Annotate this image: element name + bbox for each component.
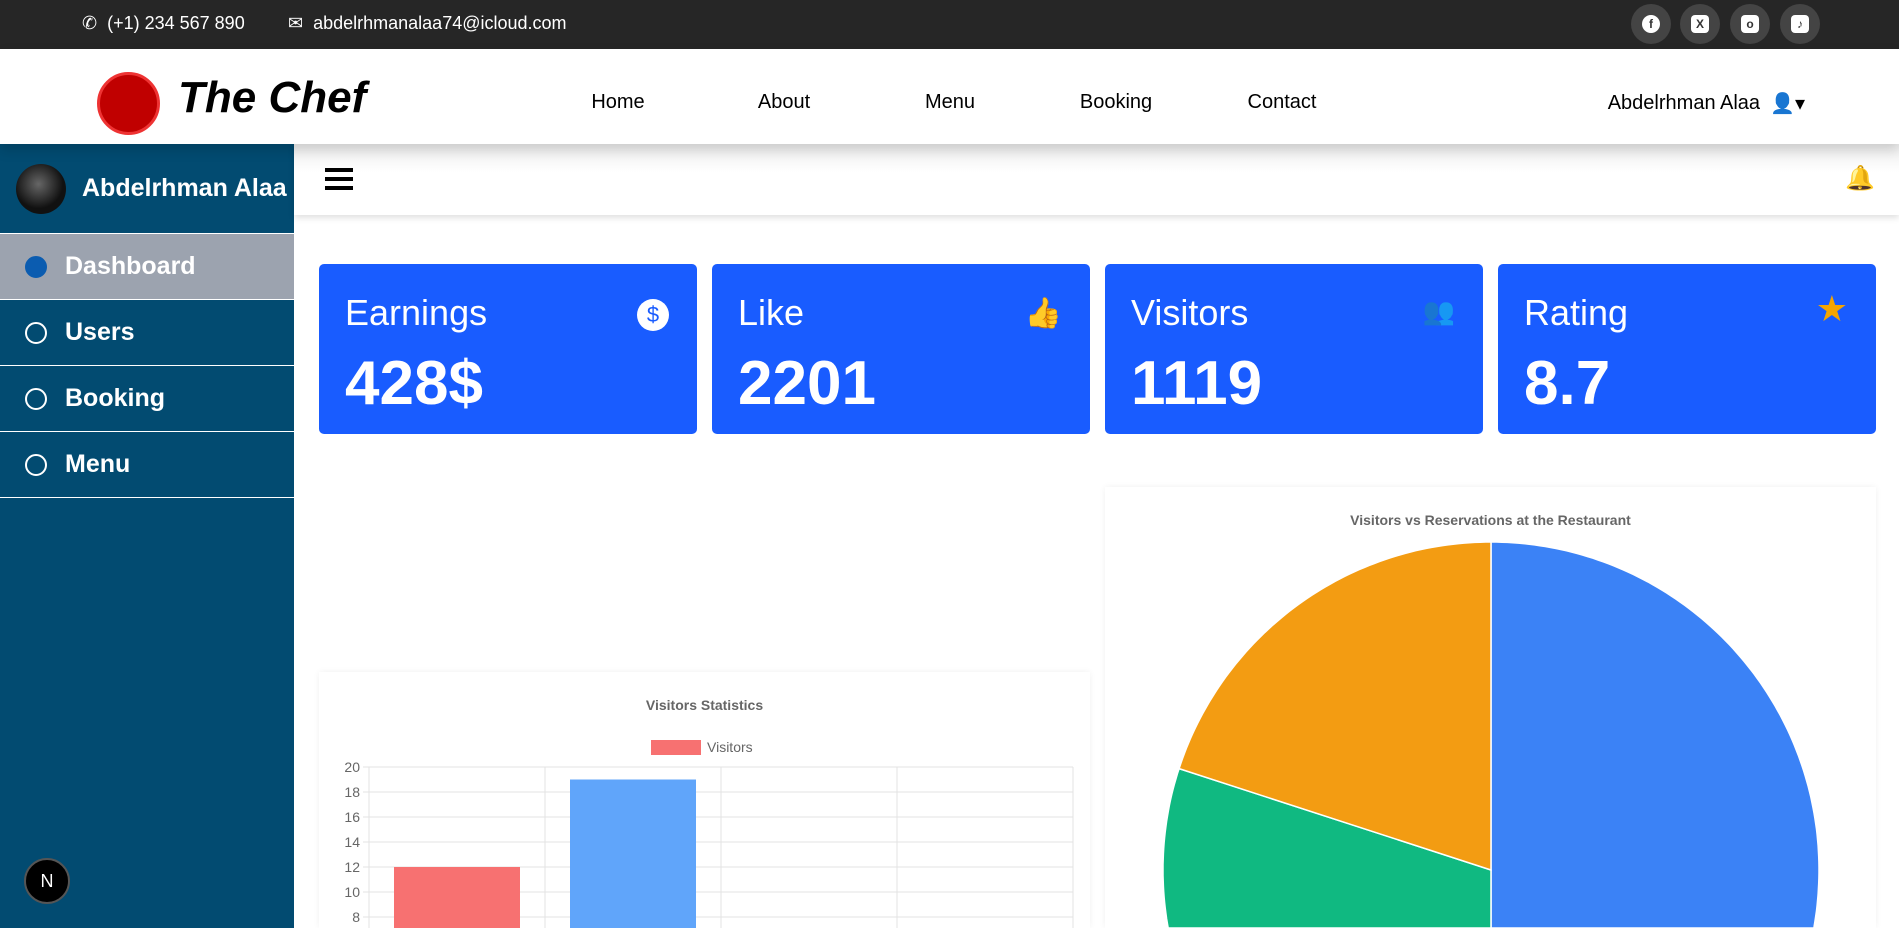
instagram-icon[interactable]: o (1730, 4, 1770, 44)
profile-name: Abdelrhman Alaa (82, 174, 287, 202)
sidebar-profile: Abdelrhman Alaa (0, 144, 294, 234)
card-like: Like 👍 2201 (712, 264, 1090, 434)
y-tick-label: 8 (352, 909, 360, 925)
circle-icon (25, 453, 47, 476)
bar (570, 779, 696, 928)
avatar (16, 163, 66, 214)
card-value: 428$ (345, 349, 483, 418)
circle-icon (25, 387, 47, 410)
bar-chart: 20 18 16 14 12 10 8 (344, 759, 1074, 928)
y-tick-label: 10 (344, 884, 360, 900)
card-visitors: Visitors 👥 1119 (1105, 264, 1483, 434)
sidebar-item-booking[interactable]: Booking (0, 366, 294, 432)
sidebar-item-users[interactable]: Users (0, 300, 294, 366)
bar-chart-card: Visitors Statistics Visitors 20 18 16 14 12 1… (319, 672, 1090, 928)
email-contact[interactable]: ✉ abdelrhmanalaa74@icloud.com (288, 13, 567, 34)
sidebar-item-dashboard[interactable]: Dashboard (0, 234, 294, 300)
mail-icon: ✉ (288, 13, 304, 33)
pie-chart (1162, 541, 1820, 928)
navbar: The Chef Home About Menu Booking Contact… (0, 49, 1899, 144)
card-value: 8.7 (1524, 349, 1611, 418)
sidebar-item-label: Dashboard (65, 252, 196, 280)
sidebar-item-label: Users (65, 318, 135, 346)
y-tick-label: 14 (344, 834, 360, 850)
y-tick-label: 16 (344, 809, 360, 825)
facebook-icon[interactable]: f (1631, 4, 1671, 44)
phone-contact[interactable]: ✆ (+1) 234 567 890 (82, 13, 245, 34)
phone-icon: ✆ (82, 13, 98, 33)
sidebar-item-label: Booking (65, 384, 165, 412)
nav-home[interactable]: Home (591, 91, 644, 114)
thumbs-up-icon: 👍 (1024, 297, 1062, 330)
sidebar: Abdelrhman Alaa Dashboard Users Booking … (0, 144, 294, 928)
card-title: Earnings (345, 292, 488, 333)
card-earnings: Earnings $428$ (319, 264, 697, 434)
y-tick-label: 20 (344, 759, 360, 775)
card-title: Like (738, 292, 805, 333)
nav-about[interactable]: About (758, 91, 810, 114)
circle-icon (25, 321, 47, 344)
email-text: abdelrhmanalaa74@icloud.com (313, 13, 567, 33)
bar (394, 867, 520, 928)
user-name: Abdelrhman Alaa (1607, 92, 1761, 114)
sidebar-item-menu[interactable]: Menu (0, 432, 294, 498)
pie-chart-card: Visitors vs Reservations at the Restaura… (1105, 487, 1876, 928)
n-badge[interactable]: N (24, 858, 70, 904)
users-icon: 👥 (1422, 296, 1455, 326)
pie-slice (1490, 541, 1820, 928)
hamburger-menu-icon[interactable] (325, 168, 353, 190)
dollar-icon: $ (637, 296, 669, 331)
circle-icon (25, 255, 47, 278)
card-rating: Rating ★ 8.7 (1498, 264, 1876, 434)
user-dropdown[interactable]: Abdelrhman Alaa 👤▾ (1608, 91, 1805, 116)
bell-icon[interactable]: 🔔 (1845, 164, 1875, 193)
top-bar: ✆ (+1) 234 567 890 ✉ abdelrhmanalaa74@iclo… (0, 0, 1899, 49)
user-icon: 👤▾ (1770, 93, 1805, 115)
brand-name[interactable]: The Chef (178, 73, 366, 123)
sidebar-item-label: Menu (65, 450, 131, 478)
x-icon[interactable]: X (1680, 4, 1720, 44)
nav-booking[interactable]: Booking (1080, 91, 1152, 114)
y-tick-label: 18 (344, 784, 360, 800)
phone-text: (+1) 234 567 890 (107, 13, 245, 33)
sub-header: 🔔 (294, 144, 1899, 215)
nav-contact[interactable]: Contact (1248, 91, 1317, 114)
card-value: 2201 (738, 349, 876, 418)
card-title: Visitors (1131, 292, 1249, 333)
card-title: Rating (1524, 292, 1629, 333)
y-tick-label: 12 (344, 859, 360, 875)
tiktok-icon[interactable]: ♪ (1780, 4, 1820, 44)
card-value: 1119 (1131, 349, 1263, 418)
chef-logo-icon[interactable] (97, 72, 160, 135)
star-icon: ★ (1815, 288, 1848, 329)
nav-menu[interactable]: Menu (925, 91, 975, 114)
